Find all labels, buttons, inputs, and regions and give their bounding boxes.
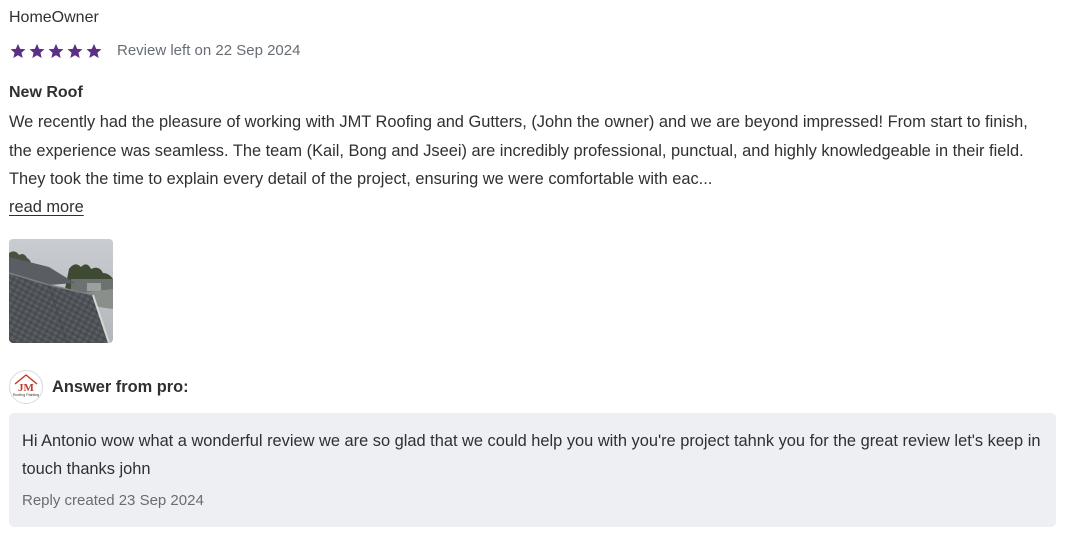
pro-answer-text: Hi Antonio wow what a wonderful review w… xyxy=(22,432,1041,478)
rating-row: Review left on 22 Sep 2024 xyxy=(9,40,300,62)
star-icon xyxy=(67,43,83,59)
roof-photo-image xyxy=(9,239,113,343)
company-logo-subtext: Roofing Painting xyxy=(13,393,39,397)
star-rating xyxy=(9,42,103,60)
review-photo[interactable] xyxy=(9,239,113,343)
star-icon xyxy=(29,43,45,59)
review-date: Review left on 22 Sep 2024 xyxy=(117,42,301,59)
star-icon xyxy=(86,43,102,59)
pro-answer-label: Answer from pro: xyxy=(52,377,189,396)
read-more-link[interactable]: read more xyxy=(9,195,84,219)
review-body: We recently had the pleasure of working … xyxy=(9,113,1028,189)
star-icon xyxy=(10,43,26,59)
pro-answer-box: Hi Antonio wow what a wonderful review w… xyxy=(9,413,1056,527)
reviewer-name: HomeOwner xyxy=(9,9,99,26)
star-icon xyxy=(48,43,64,59)
reply-date: Reply created 23 Sep 2024 xyxy=(22,492,204,509)
company-logo: JM Roofing Painting xyxy=(9,370,43,404)
review-title: New Roof xyxy=(9,84,83,101)
pro-answer-header: JM Roofing Painting Answer from pro: xyxy=(9,370,189,404)
